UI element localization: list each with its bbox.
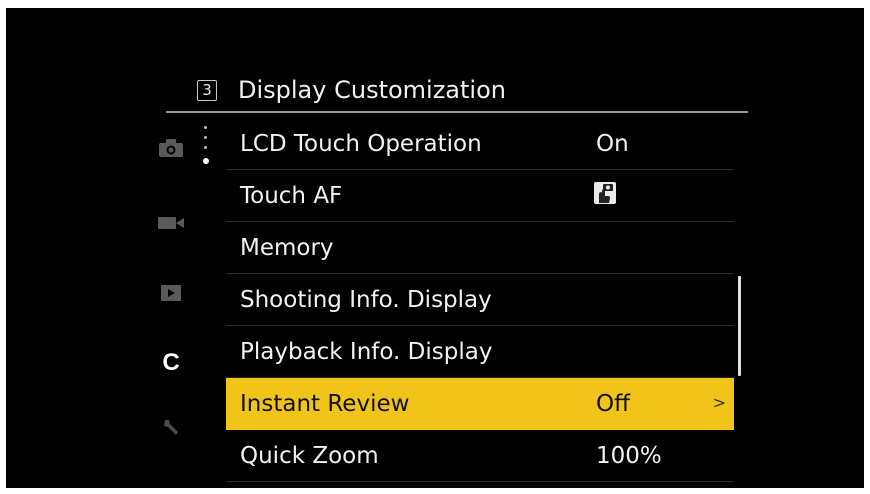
tab-video[interactable] xyxy=(151,208,191,238)
page-dot xyxy=(204,146,207,149)
menu-item-quick-zoom[interactable]: Quick Zoom 100% xyxy=(226,430,734,482)
menu-item-label: Playback Info. Display xyxy=(240,338,493,365)
menu-item-playback-info-display[interactable]: Playback Info. Display xyxy=(226,326,734,378)
wrench-icon xyxy=(164,420,178,435)
menu-item-touch-af[interactable]: Touch AF xyxy=(226,170,734,222)
tab-custom[interactable]: C xyxy=(151,348,191,378)
scrollbar[interactable] xyxy=(738,276,741,376)
menu-item-label: LCD Touch Operation xyxy=(240,130,482,157)
menu-item-instant-review[interactable]: Instant Review Off > xyxy=(226,378,734,430)
menu-item-label: Quick Zoom xyxy=(240,442,379,469)
menu-item-label: Shooting Info. Display xyxy=(240,286,492,313)
menu-item-value: Off xyxy=(596,390,630,417)
header-divider xyxy=(166,111,748,113)
menu-list: LCD Touch Operation On Touch AF Memory S… xyxy=(226,118,734,482)
page-title: Display Customization xyxy=(238,76,506,104)
video-icon xyxy=(158,217,184,229)
page-dot xyxy=(204,136,207,139)
page-dot xyxy=(204,126,207,129)
page-number-badge: 3 xyxy=(197,80,217,101)
camera-icon xyxy=(159,139,183,157)
camera-menu-screen: 3 Display Customization C LCD Touch Oper… xyxy=(6,8,864,488)
playback-icon xyxy=(161,285,181,301)
menu-item-label: Memory xyxy=(240,234,334,261)
tab-camera[interactable] xyxy=(151,133,191,163)
tab-playback[interactable] xyxy=(151,278,191,308)
menu-item-label: Instant Review xyxy=(240,390,410,417)
menu-item-memory[interactable]: Memory xyxy=(226,222,734,274)
menu-item-value: On xyxy=(596,130,629,157)
custom-c-icon: C xyxy=(162,349,180,376)
touch-af-icon xyxy=(594,182,616,204)
page-position-dots xyxy=(203,126,212,170)
menu-item-lcd-touch-operation[interactable]: LCD Touch Operation On xyxy=(226,118,734,170)
menu-item-label: Touch AF xyxy=(240,182,343,209)
page-dot-current xyxy=(203,158,209,164)
chevron-right-icon: > xyxy=(712,393,726,412)
menu-item-shooting-info-display[interactable]: Shooting Info. Display xyxy=(226,274,734,326)
tab-setup[interactable] xyxy=(151,413,191,443)
menu-category-tabs: C xyxy=(151,133,196,453)
menu-header: 3 Display Customization xyxy=(166,68,748,112)
menu-item-value: 100% xyxy=(596,442,662,469)
